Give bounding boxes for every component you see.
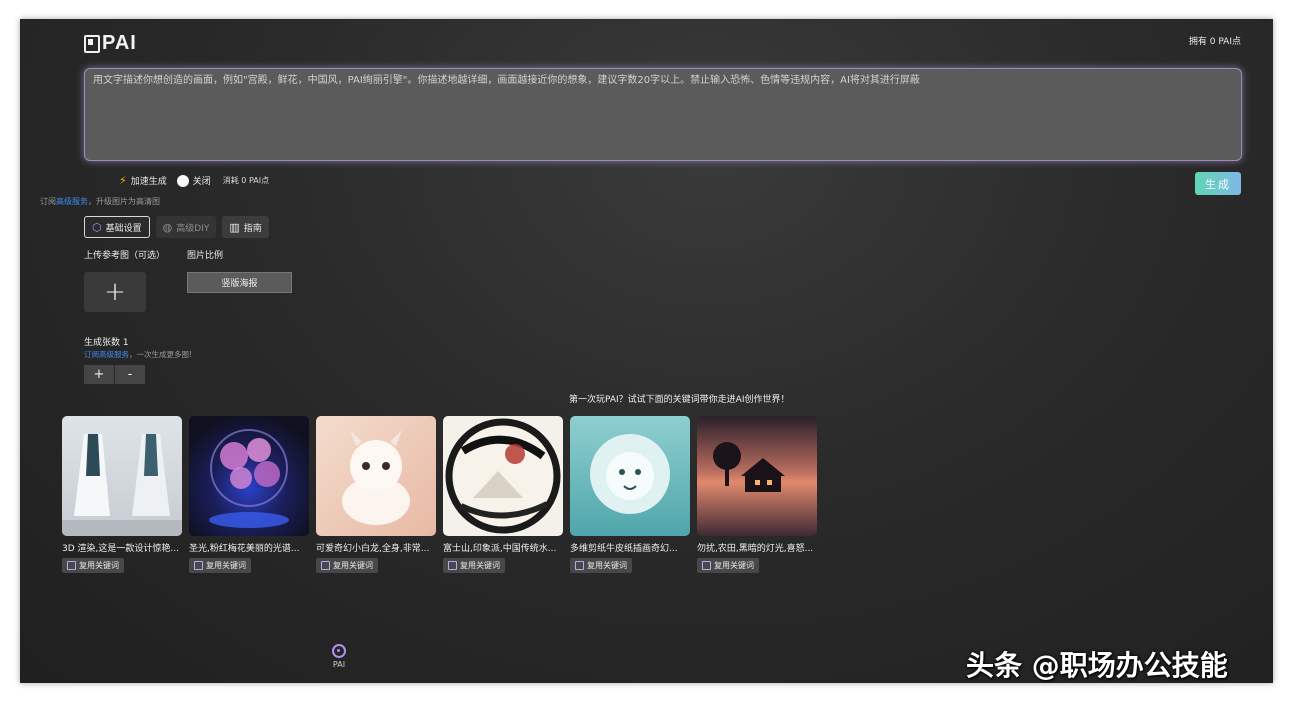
decrement-button[interactable]: -	[114, 365, 145, 384]
logo[interactable]: PAI	[84, 32, 137, 55]
reuse-keywords-button[interactable]: 复用关键词	[189, 558, 251, 573]
settings-icon: ⬡	[92, 220, 102, 234]
example-image-white-dragon[interactable]	[316, 416, 436, 536]
palette-icon: ◍	[162, 220, 173, 234]
bottom-nav-label: PAI	[332, 660, 346, 669]
upload-reference-button[interactable]: +	[84, 272, 146, 312]
accelerate-toggle[interactable]	[176, 174, 189, 187]
reuse-keywords-button[interactable]: 复用关键词	[570, 558, 632, 573]
accelerate-row: ⚡ 加速生成 关闭 消耗 0 PAI点	[119, 174, 269, 187]
reuse-label: 复用关键词	[587, 561, 627, 570]
plum-blossom-illustration	[209, 429, 289, 528]
points-balance: 拥有 0 PAI点	[1188, 37, 1241, 47]
ratio-select[interactable]: 竖版海报	[187, 272, 292, 293]
tab-basic-settings[interactable]: ⬡ 基础设置	[84, 216, 150, 238]
example-image-paper-lion[interactable]	[570, 416, 690, 536]
subscribe-prefix: 订阅	[40, 197, 56, 206]
prompt-input[interactable]	[84, 68, 1242, 161]
count-note: 订阅高级服务，一次生成更多图!	[84, 349, 192, 360]
increment-button[interactable]: +	[84, 365, 114, 384]
tab-label: 指南	[243, 223, 262, 234]
gallery-card: 勿扰,农田,黑暗的灯光,喜怒... 复用关键词	[697, 416, 817, 574]
toggle-state-label: 关闭	[192, 177, 211, 187]
example-image-hanfu[interactable]	[62, 416, 182, 536]
logo-mark-icon	[84, 34, 100, 53]
generate-button[interactable]: 生成	[1195, 172, 1241, 195]
map-icon: ▥	[229, 220, 240, 234]
reuse-keywords-button[interactable]: 复用关键词	[316, 558, 378, 573]
lightning-icon: ⚡	[119, 174, 127, 187]
settings-tabs: ⬡ 基础设置 ◍ 高级DIY ▥ 指南	[84, 216, 269, 238]
keyword-hint: 第一次玩PAI？试试下面的关键词带你走进AI创作世界！	[569, 395, 790, 405]
reuse-label: 复用关键词	[333, 561, 373, 570]
gallery-card: 3D 渲染,这是一款设计惊艳... 复用关键词	[62, 416, 182, 574]
tab-label: 高级DIY	[176, 223, 210, 234]
subscribe-suffix: ，升级图片为高清图	[88, 197, 160, 206]
count-stepper: + -	[84, 365, 145, 384]
reuse-label: 复用关键词	[714, 561, 754, 570]
count-label: 生成张数 1	[84, 338, 129, 348]
reuse-label: 复用关键词	[79, 561, 119, 570]
tab-advanced-diy[interactable]: ◍ 高级DIY	[155, 216, 217, 238]
tab-label: 基础设置	[105, 223, 142, 234]
gallery-card: 多维剪纸牛皮纸插画奇幻... 复用关键词	[570, 416, 690, 574]
paper-lion-illustration	[590, 434, 670, 514]
upload-label: 上传参考图（可选）	[84, 251, 166, 261]
gallery-caption: 圣光,粉红梅花美丽的光谱...	[189, 544, 300, 554]
ratio-label: 图片比例	[187, 251, 224, 261]
copy-icon	[575, 561, 584, 570]
gallery-caption: 多维剪纸牛皮纸插画奇幻...	[570, 544, 678, 554]
accelerate-label: 加速生成	[130, 177, 167, 187]
reuse-keywords-button[interactable]: 复用关键词	[443, 558, 505, 573]
reuse-label: 复用关键词	[460, 561, 500, 570]
gallery-caption: 勿扰,农田,黑暗的灯光,喜怒...	[697, 544, 814, 554]
example-image-plum-blossom[interactable]	[189, 416, 309, 536]
hanfu-illustration	[62, 434, 182, 536]
count-subscribe-link[interactable]: 订阅高级服务	[84, 350, 129, 359]
gallery-caption: 可爱奇幻小白龙,全身,非常...	[316, 544, 430, 554]
bottom-nav-pai[interactable]: PAI	[332, 644, 346, 669]
logo-text: PAI	[102, 32, 137, 54]
gallery-caption: 富士山,印象派,中国传统水...	[443, 544, 557, 554]
gallery-card: 可爱奇幻小白龙,全身,非常... 复用关键词	[316, 416, 436, 574]
copy-icon	[194, 561, 203, 570]
copy-icon	[321, 561, 330, 570]
subscribe-note: 订阅高级服务，升级图片为高清图	[40, 196, 160, 207]
gallery-caption: 3D 渲染,这是一款设计惊艳...	[62, 544, 179, 554]
reuse-label: 复用关键词	[206, 561, 246, 570]
copy-icon	[448, 561, 457, 570]
copy-icon	[67, 561, 76, 570]
reuse-keywords-button[interactable]: 复用关键词	[62, 558, 124, 573]
example-image-farmhouse[interactable]	[697, 416, 817, 536]
farmhouse-illustration	[713, 442, 785, 492]
dragon-illustration	[342, 430, 410, 525]
cost-label: 消耗 0 PAI点	[222, 176, 270, 185]
tab-guide[interactable]: ▥ 指南	[222, 216, 269, 238]
watermark: 头条 @职场办公技能	[966, 649, 1228, 682]
gallery-card: 圣光,粉红梅花美丽的光谱... 复用关键词	[189, 416, 309, 574]
gallery-card: 富士山,印象派,中国传统水... 复用关键词	[443, 416, 563, 574]
example-image-fuji-ink[interactable]	[443, 416, 563, 536]
palette-icon	[332, 644, 346, 658]
ink-painting-illustration	[445, 418, 561, 534]
subscribe-link[interactable]: 高级服务	[56, 197, 88, 206]
copy-icon	[702, 561, 711, 570]
example-gallery: 3D 渲染,这是一款设计惊艳... 复用关键词 圣光,粉红梅花美丽的光谱... …	[62, 416, 817, 574]
app-window: PAI 拥有 0 PAI点 ⚡ 加速生成 关闭 消耗 0 PAI点 生成 订阅高…	[20, 19, 1273, 683]
reuse-keywords-button[interactable]: 复用关键词	[697, 558, 759, 573]
count-note-suffix: ，一次生成更多图!	[129, 350, 193, 359]
